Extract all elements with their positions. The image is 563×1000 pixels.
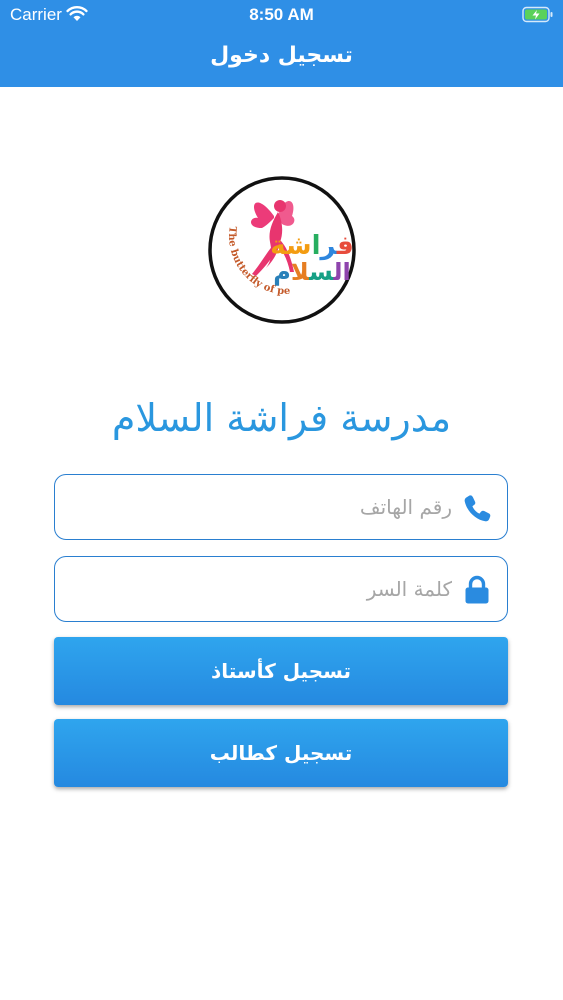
school-name-heading: مدرسة فراشة السلام bbox=[111, 396, 452, 440]
battery-charging-icon bbox=[522, 6, 553, 23]
phone-field[interactable] bbox=[54, 474, 508, 540]
logo-arabic-text: فراشة bbox=[270, 231, 353, 261]
lock-icon bbox=[465, 575, 489, 604]
school-logo: فراشة السلام The butterfly of peace bbox=[208, 176, 356, 324]
password-input[interactable] bbox=[67, 557, 452, 620]
status-time: 8:50 AM bbox=[249, 5, 314, 24]
phone-icon bbox=[464, 495, 491, 522]
password-field[interactable] bbox=[54, 556, 508, 622]
student-login-button[interactable]: تسجيل كطالب bbox=[54, 719, 508, 787]
teacher-login-button[interactable]: تسجيل كأستاذ bbox=[54, 637, 508, 705]
page-title: تسجيل دخول bbox=[210, 43, 353, 68]
phone-input[interactable] bbox=[67, 475, 452, 538]
svg-text:السلام: السلام bbox=[273, 258, 351, 286]
status-bar: Carrier 8:50 AM bbox=[0, 0, 563, 30]
nav-bar: تسجيل دخول bbox=[0, 30, 563, 87]
